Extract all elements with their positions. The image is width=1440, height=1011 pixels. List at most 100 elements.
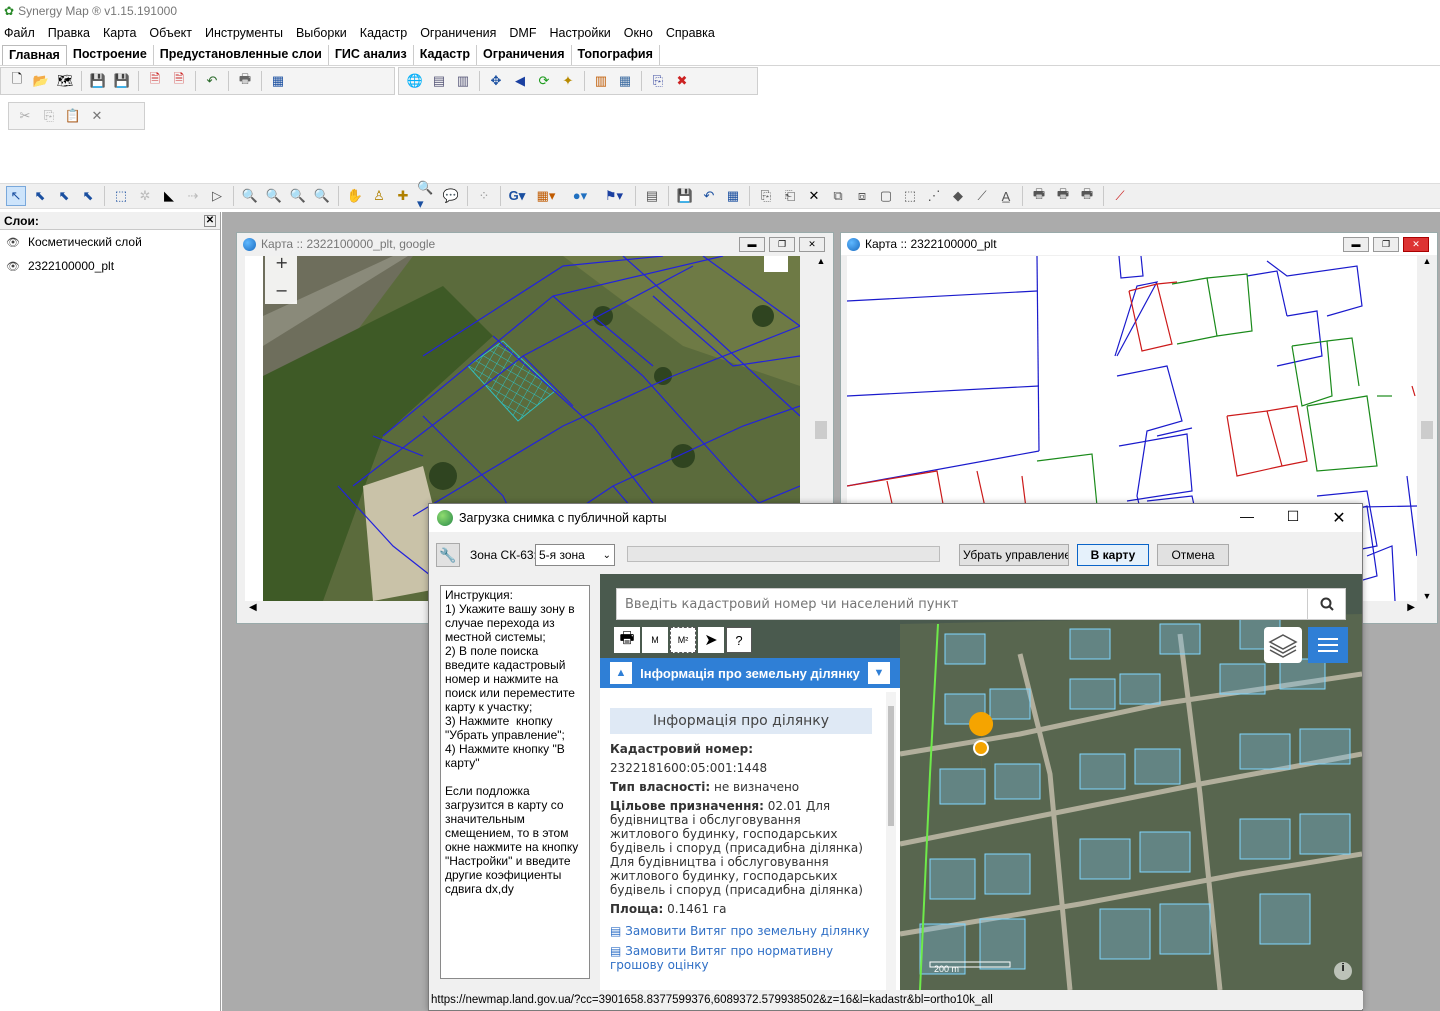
- menu-item[interactable]: Окно: [624, 26, 653, 40]
- chart-icon[interactable]: ▥: [591, 71, 611, 91]
- dots-grid-icon[interactable]: ⁘: [474, 186, 494, 206]
- remove-control-button[interactable]: Убрать управление: [959, 544, 1069, 566]
- ribbon-tab[interactable]: Предустановленные слои: [154, 45, 329, 65]
- order-extract-link[interactable]: Замовити Витяг про земельну ділянку: [625, 924, 869, 938]
- globe-dropdown-icon[interactable]: ●▾: [565, 186, 595, 206]
- transform-icon[interactable]: ⬚: [900, 186, 920, 206]
- close-doc-icon[interactable]: 🗎: [169, 71, 189, 91]
- select-arrow-icon[interactable]: ↖: [6, 186, 26, 206]
- layer-item[interactable]: 👁 2322100000_plt: [0, 254, 220, 278]
- open-map-icon[interactable]: 🗺: [55, 71, 75, 91]
- close-icon[interactable]: ✕: [204, 214, 216, 227]
- select-multi-icon[interactable]: ⬉: [54, 186, 74, 206]
- zoom-extent-icon[interactable]: 🔍: [288, 186, 308, 206]
- layer-item[interactable]: 👁 Косметический слой: [0, 230, 220, 254]
- menu-item[interactable]: Объект: [149, 26, 192, 40]
- delete-doc-icon[interactable]: 🗎: [145, 71, 165, 91]
- map-zoom-out-button[interactable]: −: [275, 281, 288, 300]
- search-button[interactable]: [1307, 589, 1345, 619]
- print-icon[interactable]: 🖶: [614, 627, 640, 653]
- node2-icon[interactable]: ⧈: [852, 186, 872, 206]
- ribbon-tab[interactable]: ГИС анализ: [329, 45, 414, 65]
- maximize-button[interactable]: ❐: [1373, 236, 1399, 252]
- close-button[interactable]: ✕: [1316, 508, 1362, 528]
- menu-item[interactable]: Файл: [4, 26, 35, 40]
- ribbon-tab[interactable]: Ограничения: [477, 45, 572, 65]
- ribbon-tab[interactable]: Кадастр: [414, 45, 478, 65]
- select-node-icon[interactable]: ⬉: [30, 186, 50, 206]
- panel-scrollbar[interactable]: [886, 692, 896, 990]
- layer-print-icon[interactable]: ▥: [453, 71, 473, 91]
- undo-icon[interactable]: ↶: [699, 186, 719, 206]
- frame-select-icon[interactable]: ⬚: [111, 186, 131, 206]
- save-layer-icon[interactable]: 💾: [675, 186, 695, 206]
- print2-icon[interactable]: 🖶: [1053, 186, 1073, 206]
- text-edit-icon[interactable]: A̲: [996, 186, 1016, 206]
- cancel-button[interactable]: Отмена: [1157, 544, 1229, 566]
- node-icon[interactable]: ⧉: [828, 186, 848, 206]
- settings-wrench-button[interactable]: 🔧: [436, 543, 460, 567]
- google-icon[interactable]: G▾: [507, 186, 527, 206]
- ribbon-tab[interactable]: Главная: [2, 45, 67, 65]
- select-area-icon[interactable]: ⬉: [78, 186, 98, 206]
- menu-item[interactable]: Кадастр: [360, 26, 407, 40]
- refresh-icon[interactable]: ⟳: [534, 71, 554, 91]
- eye-icon[interactable]: 👁: [6, 236, 20, 249]
- menu-item[interactable]: Инструменты: [205, 26, 283, 40]
- hamburger-menu-icon[interactable]: [1308, 627, 1348, 663]
- vertical-scrollbar[interactable]: ▲ ▼: [1419, 256, 1435, 601]
- rect-icon[interactable]: ▢: [876, 186, 896, 206]
- split-icon[interactable]: ⋰: [924, 186, 944, 206]
- zoom-object-icon[interactable]: 🔍: [312, 186, 332, 206]
- diamond-icon[interactable]: ◆: [948, 186, 968, 206]
- import-icon[interactable]: ↶: [202, 71, 222, 91]
- table-icon[interactable]: ▦: [615, 71, 635, 91]
- black-arrow-icon[interactable]: ◣: [159, 186, 179, 206]
- flag-dropdown-icon[interactable]: ⚑▾: [599, 186, 629, 206]
- new-file-icon[interactable]: 🗋: [7, 71, 27, 91]
- layers-icon[interactable]: [1264, 627, 1302, 663]
- disabled-arrow-icon[interactable]: ⇢: [183, 186, 203, 206]
- menu-item[interactable]: Настройки: [549, 26, 610, 40]
- info-icon[interactable]: i: [1334, 962, 1352, 980]
- forward-icon[interactable]: ▷: [207, 186, 227, 206]
- delete-obj-icon[interactable]: ✕: [804, 186, 824, 206]
- measure-person-icon[interactable]: ♙: [369, 186, 389, 206]
- delete-icon[interactable]: ✕: [87, 106, 107, 126]
- map-zoom-in-button[interactable]: +: [275, 256, 288, 272]
- menu-item[interactable]: Правка: [48, 26, 90, 40]
- tiles-icon[interactable]: ▦▾: [531, 186, 561, 206]
- menu-item[interactable]: Ограничения: [420, 26, 496, 40]
- minimize-button[interactable]: ▬: [1343, 236, 1369, 252]
- menu-item[interactable]: Выборки: [296, 26, 347, 40]
- maximize-button[interactable]: ❐: [769, 236, 795, 252]
- cut-icon[interactable]: ✂: [15, 106, 35, 126]
- pan-hand-icon[interactable]: ✋: [345, 186, 365, 206]
- export-icon[interactable]: ⎘: [648, 71, 668, 91]
- eye-icon[interactable]: 👁: [6, 260, 20, 273]
- help-icon[interactable]: ?: [726, 627, 752, 653]
- menu-item[interactable]: Справка: [666, 26, 715, 40]
- zoom-out-icon[interactable]: 🔍: [264, 186, 284, 206]
- print-icon[interactable]: 🖶: [235, 71, 255, 91]
- save-icon[interactable]: 💾: [88, 71, 108, 91]
- to-map-button[interactable]: В карту: [1077, 544, 1149, 566]
- zone-select[interactable]: 5-я зона ⌄: [535, 544, 615, 566]
- layer-props-icon[interactable]: ▤: [429, 71, 449, 91]
- remove-icon[interactable]: ✖: [672, 71, 692, 91]
- maximize-button[interactable]: ☐: [1270, 508, 1316, 528]
- order-valuation-link[interactable]: Замовити Витяг про нормативну грошову оц…: [610, 944, 833, 972]
- back-icon[interactable]: ◀: [510, 71, 530, 91]
- close-button[interactable]: ✕: [799, 236, 825, 252]
- paste-obj-icon[interactable]: ⎗: [780, 186, 800, 206]
- menu-item[interactable]: Карта: [103, 26, 136, 40]
- grid-blue-icon[interactable]: ▦: [723, 186, 743, 206]
- minimize-button[interactable]: ▬: [739, 236, 765, 252]
- menu-item[interactable]: DMF: [509, 26, 536, 40]
- scroll-right-arrow[interactable]: ▶: [1407, 602, 1415, 613]
- comment-icon[interactable]: 💬: [441, 186, 461, 206]
- paste-icon[interactable]: 📋: [63, 106, 83, 126]
- pointer-icon[interactable]: ➤: [698, 627, 724, 653]
- copy-obj-icon[interactable]: ⎘: [756, 186, 776, 206]
- add-star-icon[interactable]: ✦: [558, 71, 578, 91]
